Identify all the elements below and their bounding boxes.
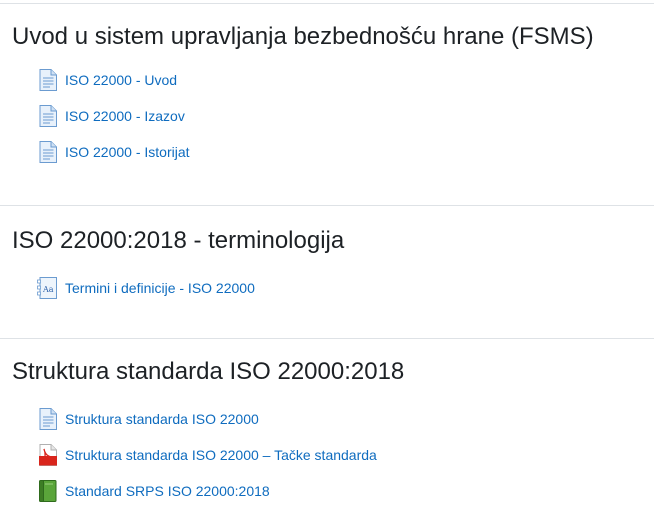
activity-link[interactable]: ISO 22000 - Izazov: [65, 108, 185, 124]
activity-srps-standard[interactable]: Standard SRPS ISO 22000:2018: [36, 479, 270, 503]
course-section-intro: Uvod u sistem upravljanja bezbednošću hr…: [0, 3, 654, 205]
activity-link[interactable]: Standard SRPS ISO 22000:2018: [65, 483, 270, 499]
activity-termini[interactable]: Termini i definicije - ISO 22000: [36, 276, 255, 300]
activity-iso-izazov[interactable]: ISO 22000 - Izazov: [36, 104, 185, 128]
activity-iso-uvod[interactable]: ISO 22000 - Uvod: [36, 68, 177, 92]
activity-struktura[interactable]: Struktura standarda ISO 22000: [36, 407, 259, 431]
activity-link[interactable]: ISO 22000 - Uvod: [65, 72, 177, 88]
glossary-icon: [36, 276, 60, 300]
page-icon: [36, 140, 60, 164]
page-icon: [36, 104, 60, 128]
activity-link[interactable]: Struktura standarda ISO 22000: [65, 411, 259, 427]
section-title: Struktura standarda ISO 22000:2018: [12, 358, 405, 385]
page-icon: [36, 68, 60, 92]
page-icon: [36, 407, 60, 431]
activity-link[interactable]: Termini i definicije - ISO 22000: [65, 280, 255, 296]
section-title: ISO 22000:2018 - terminologija: [12, 227, 345, 254]
activity-link[interactable]: Struktura standarda ISO 22000 – Tačke st…: [65, 447, 377, 463]
section-title: Uvod u sistem upravljanja bezbednošću hr…: [12, 23, 594, 50]
pdf-icon: [36, 443, 60, 467]
book-icon: [36, 479, 60, 503]
activity-link[interactable]: ISO 22000 - Istorijat: [65, 144, 190, 160]
activity-tacke-standarda[interactable]: Struktura standarda ISO 22000 – Tačke st…: [36, 443, 377, 467]
activity-iso-istorijat[interactable]: ISO 22000 - Istorijat: [36, 140, 190, 164]
course-section-terminology: ISO 22000:2018 - terminologija Termini i…: [0, 205, 654, 338]
course-section-structure: Struktura standarda ISO 22000:2018 Struk…: [0, 338, 654, 532]
